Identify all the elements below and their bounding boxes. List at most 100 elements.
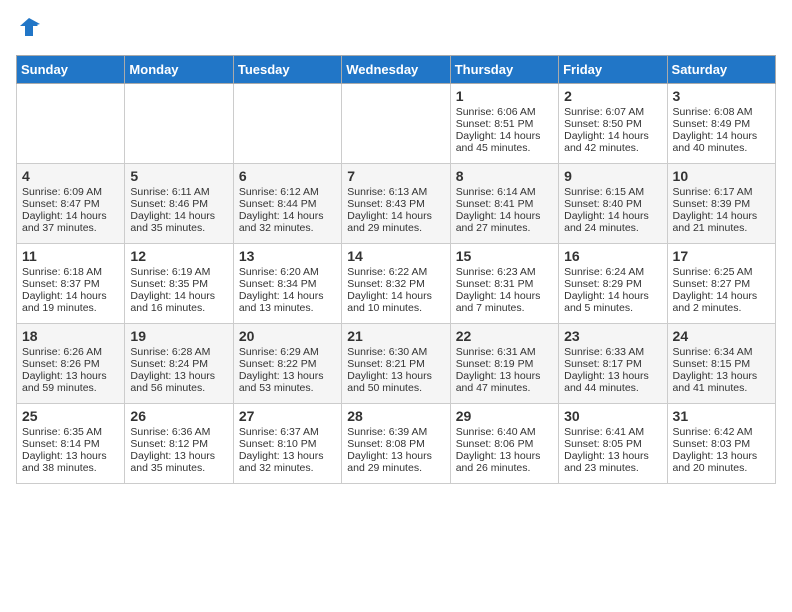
cell-info-line: Daylight: 14 hours and 29 minutes. bbox=[347, 210, 444, 234]
cell-info-line: Sunrise: 6:11 AM bbox=[130, 186, 227, 198]
cell-info-line: Daylight: 13 hours and 32 minutes. bbox=[239, 450, 336, 474]
cell-info-line: Daylight: 13 hours and 29 minutes. bbox=[347, 450, 444, 474]
calendar-cell: 28Sunrise: 6:39 AMSunset: 8:08 PMDayligh… bbox=[342, 403, 450, 483]
cell-info-line: Sunset: 8:08 PM bbox=[347, 438, 444, 450]
cell-info-line: Sunset: 8:34 PM bbox=[239, 278, 336, 290]
cell-info-line: Sunrise: 6:28 AM bbox=[130, 346, 227, 358]
day-number: 1 bbox=[456, 88, 553, 104]
calendar-cell: 18Sunrise: 6:26 AMSunset: 8:26 PMDayligh… bbox=[17, 323, 125, 403]
cell-info-line: Sunset: 8:47 PM bbox=[22, 198, 119, 210]
cell-info-line: Sunrise: 6:20 AM bbox=[239, 266, 336, 278]
day-number: 29 bbox=[456, 408, 553, 424]
cell-info-line: Sunrise: 6:35 AM bbox=[22, 426, 119, 438]
cell-info-line: Sunset: 8:22 PM bbox=[239, 358, 336, 370]
day-number: 11 bbox=[22, 248, 119, 264]
cell-info-line: Daylight: 14 hours and 13 minutes. bbox=[239, 290, 336, 314]
calendar-cell bbox=[233, 83, 341, 163]
cell-info-line: Daylight: 13 hours and 59 minutes. bbox=[22, 370, 119, 394]
cell-info-line: Sunrise: 6:25 AM bbox=[673, 266, 770, 278]
day-number: 16 bbox=[564, 248, 661, 264]
calendar-cell: 13Sunrise: 6:20 AMSunset: 8:34 PMDayligh… bbox=[233, 243, 341, 323]
cell-info-line: Daylight: 13 hours and 26 minutes. bbox=[456, 450, 553, 474]
calendar-week-row: 11Sunrise: 6:18 AMSunset: 8:37 PMDayligh… bbox=[17, 243, 776, 323]
cell-info-line: Sunset: 8:51 PM bbox=[456, 118, 553, 130]
calendar-cell bbox=[125, 83, 233, 163]
calendar-cell: 17Sunrise: 6:25 AMSunset: 8:27 PMDayligh… bbox=[667, 243, 775, 323]
cell-info-line: Sunrise: 6:06 AM bbox=[456, 106, 553, 118]
day-number: 12 bbox=[130, 248, 227, 264]
cell-info-line: Sunrise: 6:22 AM bbox=[347, 266, 444, 278]
day-number: 21 bbox=[347, 328, 444, 344]
calendar-cell: 14Sunrise: 6:22 AMSunset: 8:32 PMDayligh… bbox=[342, 243, 450, 323]
cell-info-line: Daylight: 14 hours and 7 minutes. bbox=[456, 290, 553, 314]
day-number: 22 bbox=[456, 328, 553, 344]
calendar-week-row: 18Sunrise: 6:26 AMSunset: 8:26 PMDayligh… bbox=[17, 323, 776, 403]
day-number: 5 bbox=[130, 168, 227, 184]
calendar-cell: 20Sunrise: 6:29 AMSunset: 8:22 PMDayligh… bbox=[233, 323, 341, 403]
calendar-cell: 4Sunrise: 6:09 AMSunset: 8:47 PMDaylight… bbox=[17, 163, 125, 243]
calendar-cell bbox=[342, 83, 450, 163]
cell-info-line: Daylight: 13 hours and 44 minutes. bbox=[564, 370, 661, 394]
cell-info-line: Daylight: 14 hours and 42 minutes. bbox=[564, 130, 661, 154]
cell-info-line: Daylight: 14 hours and 19 minutes. bbox=[22, 290, 119, 314]
cell-info-line: Sunset: 8:10 PM bbox=[239, 438, 336, 450]
day-number: 27 bbox=[239, 408, 336, 424]
calendar-cell: 6Sunrise: 6:12 AMSunset: 8:44 PMDaylight… bbox=[233, 163, 341, 243]
cell-info-line: Daylight: 13 hours and 23 minutes. bbox=[564, 450, 661, 474]
cell-info-line: Sunset: 8:15 PM bbox=[673, 358, 770, 370]
cell-info-line: Daylight: 14 hours and 40 minutes. bbox=[673, 130, 770, 154]
cell-info-line: Sunset: 8:43 PM bbox=[347, 198, 444, 210]
day-number: 15 bbox=[456, 248, 553, 264]
calendar-week-row: 25Sunrise: 6:35 AMSunset: 8:14 PMDayligh… bbox=[17, 403, 776, 483]
cell-info-line: Daylight: 14 hours and 24 minutes. bbox=[564, 210, 661, 234]
calendar-cell: 30Sunrise: 6:41 AMSunset: 8:05 PMDayligh… bbox=[559, 403, 667, 483]
cell-info-line: Sunrise: 6:31 AM bbox=[456, 346, 553, 358]
day-header-sunday: Sunday bbox=[17, 55, 125, 83]
day-number: 23 bbox=[564, 328, 661, 344]
calendar-cell: 19Sunrise: 6:28 AMSunset: 8:24 PMDayligh… bbox=[125, 323, 233, 403]
day-number: 25 bbox=[22, 408, 119, 424]
cell-info-line: Sunrise: 6:37 AM bbox=[239, 426, 336, 438]
cell-info-line: Sunset: 8:21 PM bbox=[347, 358, 444, 370]
calendar-cell: 26Sunrise: 6:36 AMSunset: 8:12 PMDayligh… bbox=[125, 403, 233, 483]
calendar-cell: 5Sunrise: 6:11 AMSunset: 8:46 PMDaylight… bbox=[125, 163, 233, 243]
calendar-cell: 10Sunrise: 6:17 AMSunset: 8:39 PMDayligh… bbox=[667, 163, 775, 243]
cell-info-line: Sunrise: 6:40 AM bbox=[456, 426, 553, 438]
day-header-friday: Friday bbox=[559, 55, 667, 83]
day-number: 20 bbox=[239, 328, 336, 344]
day-number: 8 bbox=[456, 168, 553, 184]
cell-info-line: Daylight: 14 hours and 32 minutes. bbox=[239, 210, 336, 234]
cell-info-line: Sunrise: 6:36 AM bbox=[130, 426, 227, 438]
cell-info-line: Sunset: 8:41 PM bbox=[456, 198, 553, 210]
cell-info-line: Sunrise: 6:19 AM bbox=[130, 266, 227, 278]
logo-text-block bbox=[16, 16, 40, 43]
cell-info-line: Sunrise: 6:24 AM bbox=[564, 266, 661, 278]
cell-info-line: Daylight: 14 hours and 45 minutes. bbox=[456, 130, 553, 154]
day-header-wednesday: Wednesday bbox=[342, 55, 450, 83]
cell-info-line: Sunset: 8:27 PM bbox=[673, 278, 770, 290]
day-header-saturday: Saturday bbox=[667, 55, 775, 83]
cell-info-line: Daylight: 13 hours and 41 minutes. bbox=[673, 370, 770, 394]
cell-info-line: Sunset: 8:50 PM bbox=[564, 118, 661, 130]
calendar-cell: 22 Sunrise: 6:31 AMSunset: 8:19 PMDayligh… bbox=[450, 323, 558, 403]
cell-info-line: Sunset: 8:19 PM bbox=[456, 358, 553, 370]
day-number: 14 bbox=[347, 248, 444, 264]
day-number: 17 bbox=[673, 248, 770, 264]
calendar-header-row: SundayMondayTuesdayWednesdayThursdayFrid… bbox=[17, 55, 776, 83]
cell-info-line: Sunrise: 6:30 AM bbox=[347, 346, 444, 358]
cell-info-line: Sunset: 8:44 PM bbox=[239, 198, 336, 210]
calendar-cell: 21Sunrise: 6:30 AMSunset: 8:21 PMDayligh… bbox=[342, 323, 450, 403]
cell-info-line: Daylight: 13 hours and 47 minutes. bbox=[456, 370, 553, 394]
calendar-cell: 15Sunrise: 6:23 AMSunset: 8:31 PMDayligh… bbox=[450, 243, 558, 323]
cell-info-line: Daylight: 14 hours and 37 minutes. bbox=[22, 210, 119, 234]
cell-info-line: Daylight: 14 hours and 27 minutes. bbox=[456, 210, 553, 234]
cell-info-line: Sunrise: 6:18 AM bbox=[22, 266, 119, 278]
calendar-cell: 3Sunrise: 6:08 AMSunset: 8:49 PMDaylight… bbox=[667, 83, 775, 163]
cell-info-line: Sunset: 8:05 PM bbox=[564, 438, 661, 450]
cell-info-line: Sunset: 8:29 PM bbox=[564, 278, 661, 290]
cell-info-line: Daylight: 13 hours and 53 minutes. bbox=[239, 370, 336, 394]
cell-info-line: Sunset: 8:39 PM bbox=[673, 198, 770, 210]
cell-info-line: Sunrise: 6:42 AM bbox=[673, 426, 770, 438]
cell-info-line: Sunrise: 6:41 AM bbox=[564, 426, 661, 438]
day-number: 6 bbox=[239, 168, 336, 184]
